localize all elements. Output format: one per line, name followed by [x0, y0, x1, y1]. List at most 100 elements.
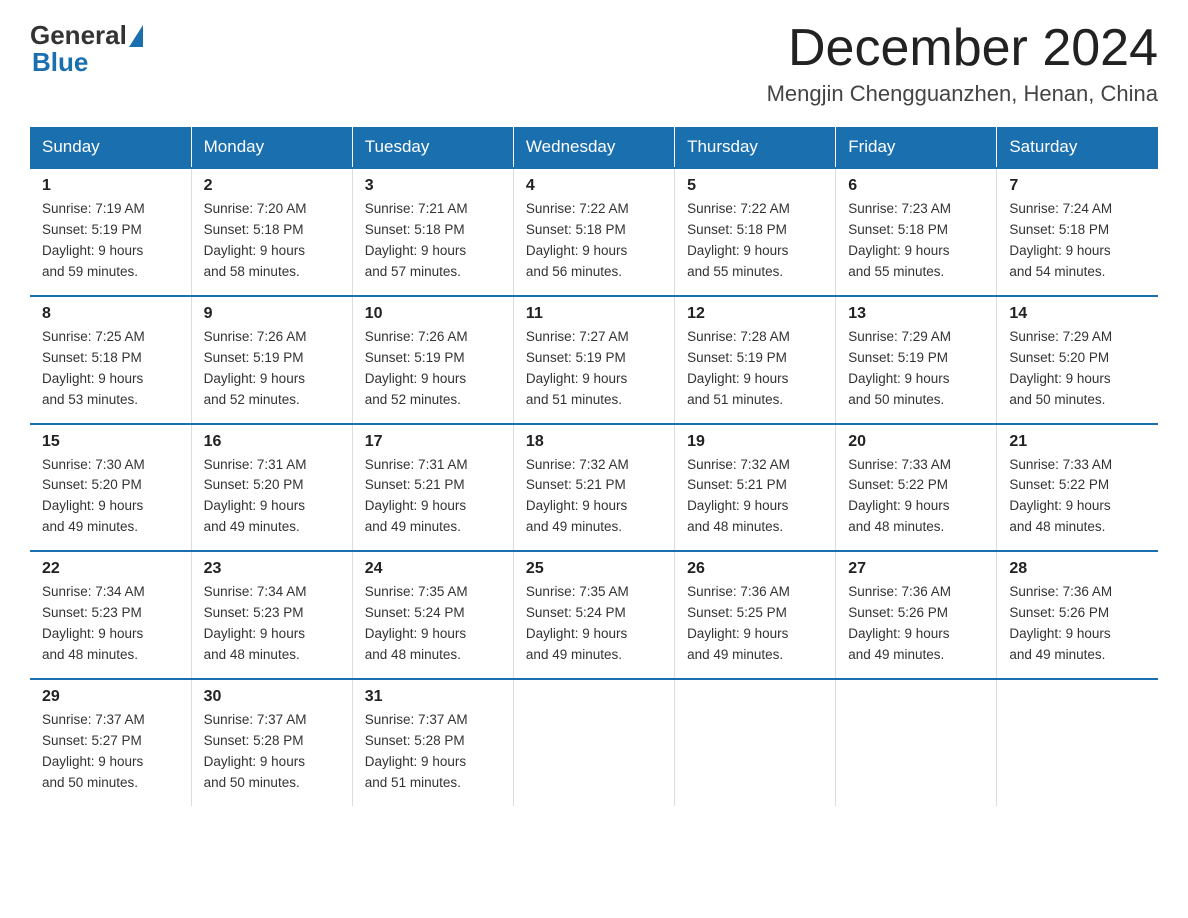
calendar-day-cell: 9 Sunrise: 7:26 AMSunset: 5:19 PMDayligh… — [191, 296, 352, 424]
calendar-day-cell — [675, 679, 836, 806]
col-tuesday: Tuesday — [352, 127, 513, 168]
calendar-day-cell: 3 Sunrise: 7:21 AMSunset: 5:18 PMDayligh… — [352, 168, 513, 296]
day-number: 25 — [526, 560, 662, 578]
day-number: 8 — [42, 305, 179, 323]
day-info: Sunrise: 7:36 AMSunset: 5:25 PMDaylight:… — [687, 584, 790, 662]
day-info: Sunrise: 7:29 AMSunset: 5:19 PMDaylight:… — [848, 329, 951, 407]
day-number: 11 — [526, 305, 662, 323]
day-number: 24 — [365, 560, 501, 578]
day-info: Sunrise: 7:33 AMSunset: 5:22 PMDaylight:… — [1009, 457, 1112, 535]
calendar-day-cell: 21 Sunrise: 7:33 AMSunset: 5:22 PMDaylig… — [997, 424, 1158, 552]
day-number: 3 — [365, 177, 501, 195]
day-number: 10 — [365, 305, 501, 323]
day-number: 17 — [365, 433, 501, 451]
title-block: December 2024 Mengjin Chengguanzhen, Hen… — [767, 20, 1158, 107]
calendar-day-cell: 27 Sunrise: 7:36 AMSunset: 5:26 PMDaylig… — [836, 551, 997, 679]
calendar-day-cell: 11 Sunrise: 7:27 AMSunset: 5:19 PMDaylig… — [513, 296, 674, 424]
calendar-week-row: 22 Sunrise: 7:34 AMSunset: 5:23 PMDaylig… — [30, 551, 1158, 679]
day-number: 2 — [204, 177, 340, 195]
calendar-day-cell: 1 Sunrise: 7:19 AMSunset: 5:19 PMDayligh… — [30, 168, 191, 296]
day-info: Sunrise: 7:21 AMSunset: 5:18 PMDaylight:… — [365, 201, 468, 279]
day-info: Sunrise: 7:33 AMSunset: 5:22 PMDaylight:… — [848, 457, 951, 535]
day-number: 22 — [42, 560, 179, 578]
calendar-week-row: 15 Sunrise: 7:30 AMSunset: 5:20 PMDaylig… — [30, 424, 1158, 552]
day-number: 9 — [204, 305, 340, 323]
calendar-day-cell: 8 Sunrise: 7:25 AMSunset: 5:18 PMDayligh… — [30, 296, 191, 424]
col-sunday: Sunday — [30, 127, 191, 168]
calendar-day-cell: 2 Sunrise: 7:20 AMSunset: 5:18 PMDayligh… — [191, 168, 352, 296]
calendar-day-cell: 22 Sunrise: 7:34 AMSunset: 5:23 PMDaylig… — [30, 551, 191, 679]
calendar-day-cell: 10 Sunrise: 7:26 AMSunset: 5:19 PMDaylig… — [352, 296, 513, 424]
calendar-day-cell: 25 Sunrise: 7:35 AMSunset: 5:24 PMDaylig… — [513, 551, 674, 679]
calendar-day-cell: 30 Sunrise: 7:37 AMSunset: 5:28 PMDaylig… — [191, 679, 352, 806]
page-header: General Blue December 2024 Mengjin Cheng… — [30, 20, 1158, 107]
day-info: Sunrise: 7:22 AMSunset: 5:18 PMDaylight:… — [526, 201, 629, 279]
day-info: Sunrise: 7:35 AMSunset: 5:24 PMDaylight:… — [365, 584, 468, 662]
day-number: 5 — [687, 177, 823, 195]
day-info: Sunrise: 7:20 AMSunset: 5:18 PMDaylight:… — [204, 201, 307, 279]
day-info: Sunrise: 7:34 AMSunset: 5:23 PMDaylight:… — [204, 584, 307, 662]
day-info: Sunrise: 7:36 AMSunset: 5:26 PMDaylight:… — [1009, 584, 1112, 662]
day-number: 1 — [42, 177, 179, 195]
day-info: Sunrise: 7:31 AMSunset: 5:21 PMDaylight:… — [365, 457, 468, 535]
day-info: Sunrise: 7:37 AMSunset: 5:28 PMDaylight:… — [204, 712, 307, 790]
day-number: 26 — [687, 560, 823, 578]
logo-blue-text: Blue — [32, 47, 143, 78]
calendar-day-cell: 24 Sunrise: 7:35 AMSunset: 5:24 PMDaylig… — [352, 551, 513, 679]
day-number: 30 — [204, 688, 340, 706]
day-info: Sunrise: 7:34 AMSunset: 5:23 PMDaylight:… — [42, 584, 145, 662]
logo-wordmark: General Blue — [30, 20, 143, 78]
col-friday: Friday — [836, 127, 997, 168]
calendar-day-cell: 6 Sunrise: 7:23 AMSunset: 5:18 PMDayligh… — [836, 168, 997, 296]
day-info: Sunrise: 7:26 AMSunset: 5:19 PMDaylight:… — [365, 329, 468, 407]
day-info: Sunrise: 7:31 AMSunset: 5:20 PMDaylight:… — [204, 457, 307, 535]
day-info: Sunrise: 7:25 AMSunset: 5:18 PMDaylight:… — [42, 329, 145, 407]
day-info: Sunrise: 7:30 AMSunset: 5:20 PMDaylight:… — [42, 457, 145, 535]
day-number: 13 — [848, 305, 984, 323]
col-wednesday: Wednesday — [513, 127, 674, 168]
day-number: 18 — [526, 433, 662, 451]
day-number: 12 — [687, 305, 823, 323]
calendar-week-row: 29 Sunrise: 7:37 AMSunset: 5:27 PMDaylig… — [30, 679, 1158, 806]
day-info: Sunrise: 7:37 AMSunset: 5:27 PMDaylight:… — [42, 712, 145, 790]
calendar-day-cell — [836, 679, 997, 806]
day-info: Sunrise: 7:37 AMSunset: 5:28 PMDaylight:… — [365, 712, 468, 790]
day-info: Sunrise: 7:23 AMSunset: 5:18 PMDaylight:… — [848, 201, 951, 279]
day-number: 15 — [42, 433, 179, 451]
day-number: 6 — [848, 177, 984, 195]
calendar-day-cell: 26 Sunrise: 7:36 AMSunset: 5:25 PMDaylig… — [675, 551, 836, 679]
day-info: Sunrise: 7:19 AMSunset: 5:19 PMDaylight:… — [42, 201, 145, 279]
logo: General Blue — [30, 20, 143, 78]
calendar-day-cell: 17 Sunrise: 7:31 AMSunset: 5:21 PMDaylig… — [352, 424, 513, 552]
logo-triangle-icon — [129, 25, 143, 47]
day-info: Sunrise: 7:29 AMSunset: 5:20 PMDaylight:… — [1009, 329, 1112, 407]
calendar-day-cell: 4 Sunrise: 7:22 AMSunset: 5:18 PMDayligh… — [513, 168, 674, 296]
day-info: Sunrise: 7:27 AMSunset: 5:19 PMDaylight:… — [526, 329, 629, 407]
calendar-day-cell: 12 Sunrise: 7:28 AMSunset: 5:19 PMDaylig… — [675, 296, 836, 424]
day-number: 16 — [204, 433, 340, 451]
calendar-day-cell: 7 Sunrise: 7:24 AMSunset: 5:18 PMDayligh… — [997, 168, 1158, 296]
col-thursday: Thursday — [675, 127, 836, 168]
calendar-day-cell: 28 Sunrise: 7:36 AMSunset: 5:26 PMDaylig… — [997, 551, 1158, 679]
page-title: December 2024 — [767, 20, 1158, 77]
calendar-day-cell: 18 Sunrise: 7:32 AMSunset: 5:21 PMDaylig… — [513, 424, 674, 552]
col-monday: Monday — [191, 127, 352, 168]
day-number: 19 — [687, 433, 823, 451]
calendar-day-cell: 13 Sunrise: 7:29 AMSunset: 5:19 PMDaylig… — [836, 296, 997, 424]
calendar-day-cell: 19 Sunrise: 7:32 AMSunset: 5:21 PMDaylig… — [675, 424, 836, 552]
day-number: 31 — [365, 688, 501, 706]
day-number: 7 — [1009, 177, 1146, 195]
day-number: 23 — [204, 560, 340, 578]
day-info: Sunrise: 7:26 AMSunset: 5:19 PMDaylight:… — [204, 329, 307, 407]
calendar-header-row: Sunday Monday Tuesday Wednesday Thursday… — [30, 127, 1158, 168]
day-info: Sunrise: 7:32 AMSunset: 5:21 PMDaylight:… — [687, 457, 790, 535]
col-saturday: Saturday — [997, 127, 1158, 168]
day-info: Sunrise: 7:32 AMSunset: 5:21 PMDaylight:… — [526, 457, 629, 535]
day-number: 27 — [848, 560, 984, 578]
calendar-day-cell — [513, 679, 674, 806]
calendar-day-cell: 20 Sunrise: 7:33 AMSunset: 5:22 PMDaylig… — [836, 424, 997, 552]
calendar-week-row: 1 Sunrise: 7:19 AMSunset: 5:19 PMDayligh… — [30, 168, 1158, 296]
day-info: Sunrise: 7:28 AMSunset: 5:19 PMDaylight:… — [687, 329, 790, 407]
day-info: Sunrise: 7:35 AMSunset: 5:24 PMDaylight:… — [526, 584, 629, 662]
day-number: 21 — [1009, 433, 1146, 451]
